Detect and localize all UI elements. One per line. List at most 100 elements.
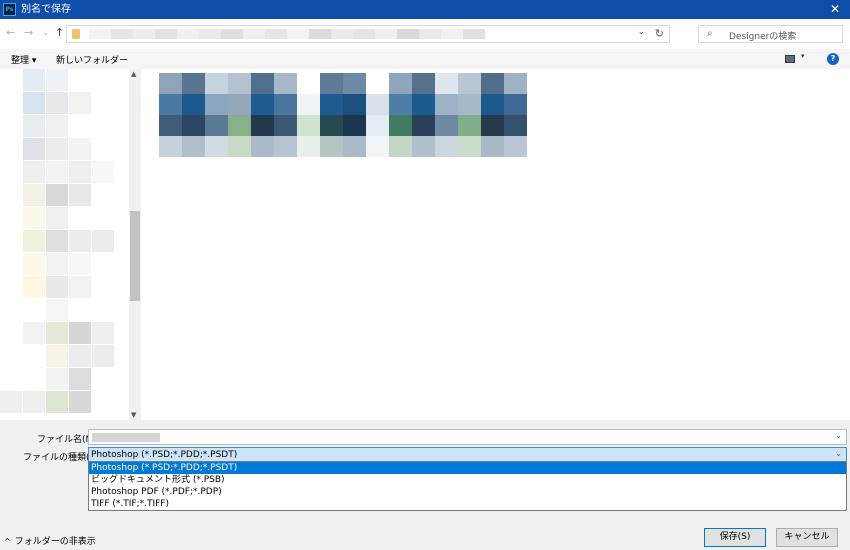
scroll-down-icon[interactable]: ▼	[131, 411, 136, 419]
filetype-select[interactable]: Photoshop (*.PSD;*.PDD;*.PSDT) ⌄	[88, 447, 847, 462]
thumbnail-cell	[205, 115, 228, 136]
search-placeholder: Designerの検索	[729, 32, 797, 42]
folder-icon	[72, 29, 80, 39]
address-path-cell	[309, 29, 331, 39]
navigation-item-cell	[92, 276, 114, 298]
organize-button[interactable]: 整理 ▾	[11, 53, 36, 66]
thumbnail-cell	[458, 73, 481, 94]
forward-arrow-icon[interactable]: →	[24, 26, 33, 40]
navigation-item-cell	[92, 368, 114, 390]
navigation-item-cell	[0, 322, 22, 344]
search-input[interactable]: ⌕ Designerの検索	[698, 25, 843, 43]
navigation-item-cell	[69, 253, 91, 275]
thumbnail-cell	[274, 115, 297, 136]
navigation-item-cell	[23, 345, 45, 367]
navigation-item-cell	[0, 92, 22, 114]
thumbnail-cell	[297, 115, 320, 136]
navigation-item-cell	[0, 138, 22, 160]
thumbnail-cell	[205, 73, 228, 94]
navigation-item-cell	[23, 253, 45, 275]
address-bar[interactable]: ⌄ ↻	[66, 25, 670, 43]
thumbnail-cell	[458, 115, 481, 136]
thumbnail-cell	[205, 94, 228, 115]
thumbnail-cell	[435, 115, 458, 136]
recent-locations-icon[interactable]: ⌄	[42, 26, 50, 40]
view-dropdown-icon: ▾	[801, 52, 805, 60]
thumbnail-cell	[504, 136, 527, 157]
title-bar: Ps 別名で保存 ✕	[0, 0, 850, 19]
filetype-option[interactable]: ビッグドキュメント形式 (*.PSB)	[89, 474, 846, 486]
thumbnail-cell	[481, 73, 504, 94]
thumbnail-cell	[435, 136, 458, 157]
navigation-scrollbar[interactable]: ▲ ▼	[129, 69, 141, 420]
thumbnail-cell	[251, 73, 274, 94]
navigation-item-cell	[69, 230, 91, 252]
thumbnail-cell	[504, 94, 527, 115]
thumbnail-cell	[389, 73, 412, 94]
filename-field[interactable]: ⌄	[88, 429, 847, 445]
navigation-item-cell	[46, 230, 68, 252]
thumbnail-cell	[366, 136, 389, 157]
help-icon[interactable]: ?	[827, 53, 839, 65]
back-arrow-icon[interactable]: ←	[6, 26, 15, 40]
scrollbar-thumb[interactable]	[130, 211, 140, 301]
thumbnail-cell	[504, 73, 527, 94]
navigation-item-cell	[23, 92, 45, 114]
thumbnail-cell	[228, 115, 251, 136]
navigation-item-cell	[92, 69, 114, 91]
navigation-item-cell	[46, 322, 68, 344]
address-dropdown-icon[interactable]: ⌄	[637, 27, 645, 37]
navigation-item-cell	[69, 345, 91, 367]
file-thumbnails-redacted[interactable]	[159, 73, 527, 157]
navigation-item-cell	[0, 230, 22, 252]
close-icon[interactable]: ✕	[820, 0, 850, 19]
cancel-button[interactable]: キャンセル	[776, 528, 838, 547]
view-options-button[interactable]: ▾	[785, 52, 809, 65]
thumbnail-cell	[412, 136, 435, 157]
hide-folders-label: フォルダーの非表示	[14, 537, 96, 547]
navigation-item-cell	[23, 161, 45, 183]
filetype-dropdown-list[interactable]: Photoshop (*.PSD;*.PDD;*.PSDT) ビッグドキュメント…	[88, 461, 847, 511]
thumbnail-cell	[343, 136, 366, 157]
thumbnail-cell	[274, 73, 297, 94]
address-path-cell	[89, 29, 111, 39]
navigation-item-cell	[46, 184, 68, 206]
photoshop-icon: Ps	[3, 3, 16, 16]
filetype-option[interactable]: Photoshop (*.PSD;*.PDD;*.PSDT)	[89, 462, 846, 474]
navigation-item-cell	[0, 299, 22, 321]
navigation-item-cell	[46, 345, 68, 367]
thumbnail-cell	[159, 136, 182, 157]
new-folder-button[interactable]: 新しいフォルダー	[56, 53, 128, 66]
filename-dropdown-icon[interactable]: ⌄	[835, 431, 842, 440]
navigation-item-cell	[46, 253, 68, 275]
search-icon: ⌕	[707, 28, 713, 39]
address-path-cell	[287, 29, 309, 39]
navigation-item-cell	[23, 368, 45, 390]
navigation-item-cell	[46, 368, 68, 390]
thumbnail-cell	[412, 73, 435, 94]
up-arrow-icon[interactable]: ↑	[55, 26, 64, 40]
navigation-item-cell	[23, 391, 45, 413]
navigation-pane[interactable]	[0, 69, 141, 420]
thumbnail-cell	[435, 73, 458, 94]
address-path-cell	[265, 29, 287, 39]
navigation-item-cell	[0, 276, 22, 298]
save-button[interactable]: 保存(S)	[704, 528, 766, 547]
navigation-item-cell	[69, 69, 91, 91]
navigation-item-cell	[23, 115, 45, 137]
thumbnail-cell	[297, 73, 320, 94]
filetype-option[interactable]: Photoshop PDF (*.PDF;*.PDP)	[89, 486, 846, 498]
address-path-cell	[221, 29, 243, 39]
scroll-up-icon[interactable]: ▲	[131, 70, 136, 78]
navigation-item-cell	[69, 368, 91, 390]
refresh-icon[interactable]: ↻	[655, 27, 664, 40]
hide-folders-toggle[interactable]: ^ フォルダーの非表示	[4, 534, 96, 547]
filetype-option[interactable]: TIFF (*.TIF;*.TIFF)	[89, 498, 846, 510]
navigation-item-cell	[23, 207, 45, 229]
thumbnail-cell	[182, 136, 205, 157]
navigation-item-cell	[23, 184, 45, 206]
address-path-cell	[111, 29, 133, 39]
navigation-item-cell	[69, 138, 91, 160]
filetype-dropdown-icon[interactable]: ⌄	[835, 449, 842, 458]
file-list-pane[interactable]	[141, 69, 850, 420]
